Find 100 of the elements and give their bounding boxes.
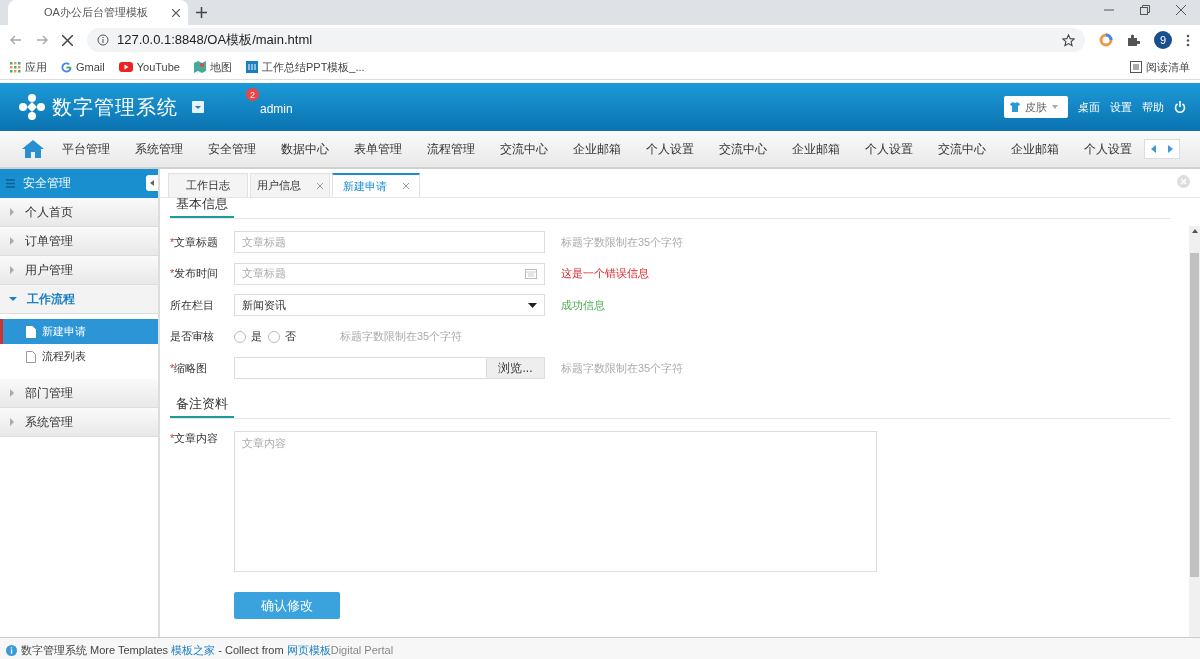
play-logo-icon: [118, 62, 133, 72]
calendar-icon: [525, 268, 537, 279]
logo-icon: [18, 93, 46, 121]
sidebar-group[interactable]: 用户管理: [0, 256, 158, 285]
select-field[interactable]: 新闻资讯: [234, 294, 545, 316]
field-label: 所在栏目: [170, 297, 215, 313]
success-message: 成功信息: [561, 297, 605, 313]
sidebar-group[interactable]: 个人首页: [0, 198, 158, 227]
hint-text: 标题字数限制在35个字符: [561, 360, 684, 376]
browse-button[interactable]: 浏览...: [486, 358, 544, 378]
bookmark-link[interactable]: 工作总结PPT模板_...: [261, 59, 365, 75]
header-link[interactable]: 帮助: [1142, 99, 1164, 115]
dropdown-icon[interactable]: [192, 101, 204, 113]
info-icon: [97, 34, 109, 46]
list-icon: [6, 179, 15, 188]
back-arrow-icon[interactable]: [10, 34, 22, 46]
file-field[interactable]: 浏览...: [234, 357, 545, 379]
nav-item[interactable]: 企业邮箱: [998, 140, 1072, 158]
field-label: *文章内容: [170, 431, 220, 446]
nav-item[interactable]: 平台管理: [50, 140, 123, 158]
section-heading: 基本信息: [170, 198, 234, 218]
nav-item[interactable]: 个人设置: [1071, 140, 1145, 158]
stop-icon[interactable]: [62, 34, 73, 46]
bookmark-link[interactable]: 应用: [25, 59, 47, 75]
section-heading: 备注资料: [170, 393, 234, 418]
bookmark-link[interactable]: Gmail: [76, 61, 105, 73]
map-icon: [193, 61, 206, 73]
nav-item[interactable]: 系统管理: [122, 140, 196, 158]
bookmark-link[interactable]: YouTube: [136, 61, 180, 73]
close-icon[interactable]: [1176, 4, 1186, 15]
nav-item[interactable]: 流程管理: [414, 140, 488, 158]
footer-text: 数字管理系统 More Templates 模板之家 - Collect from 网页模板Digital Pertal: [21, 642, 394, 658]
caret-left-icon: [150, 180, 154, 186]
profile-avatar[interactable]: 9: [1154, 31, 1172, 49]
nav-item[interactable]: 交流中心: [706, 140, 780, 158]
nav-item[interactable]: 个人设置: [633, 140, 707, 158]
caret-right-icon: [9, 266, 15, 274]
caret-right-icon: [9, 389, 15, 397]
new-tab-icon[interactable]: [196, 7, 207, 18]
restore-icon[interactable]: [1140, 4, 1150, 15]
sidebar-group[interactable]: 部门管理: [0, 379, 158, 408]
close-icon[interactable]: [172, 8, 180, 17]
nav-item[interactable]: 个人设置: [852, 140, 926, 158]
sidebar-group[interactable]: 订单管理: [0, 227, 158, 256]
field-label: *发布时间: [170, 266, 220, 281]
caret-right-icon: [9, 208, 15, 216]
reading-list-link[interactable]: 阅读清单: [1146, 59, 1190, 75]
sidebar-group[interactable]: 工作流程: [0, 285, 158, 314]
sidebar-group[interactable]: 系统管理: [0, 408, 158, 437]
scrollbar[interactable]: [1189, 226, 1200, 637]
nav-item[interactable]: 交流中心: [487, 140, 561, 158]
footer-link[interactable]: 模板之家: [171, 643, 216, 656]
puzzle-icon[interactable]: [1127, 33, 1140, 47]
field-label: 是否审核: [170, 329, 215, 344]
info-icon: [6, 644, 17, 656]
ring-icon[interactable]: [1099, 33, 1113, 47]
nav-item[interactable]: 交流中心: [925, 140, 999, 158]
site-icon: [245, 61, 258, 73]
caret-right-icon: [9, 418, 15, 426]
notification-badge: 2: [246, 88, 259, 101]
page-tab[interactable]: 新建申请: [332, 173, 420, 197]
star-icon[interactable]: [1062, 33, 1075, 47]
radio-option[interactable]: 否: [268, 329, 296, 344]
username[interactable]: admin: [260, 102, 293, 116]
sidebar-item[interactable]: 流程列表: [0, 344, 158, 369]
caret-right-icon[interactable]: [1168, 145, 1173, 153]
home-icon[interactable]: [22, 140, 44, 158]
nav-scroll-buttons[interactable]: [1144, 139, 1180, 159]
nav-item[interactable]: 企业邮箱: [560, 140, 634, 158]
forward-arrow-icon[interactable]: [36, 34, 48, 46]
skin-button[interactable]: 皮肤: [1004, 96, 1068, 118]
header-link[interactable]: 设置: [1110, 99, 1132, 115]
document-icon: [26, 350, 36, 363]
logo-text: 数字管理系统: [52, 94, 178, 120]
nav-item[interactable]: 表单管理: [341, 140, 415, 158]
menu-icon[interactable]: [1186, 33, 1190, 47]
dropdown-arrow-icon: [528, 302, 537, 308]
caret-left-icon[interactable]: [1151, 145, 1157, 153]
apps-grid-icon: [10, 61, 21, 73]
radio-option[interactable]: 是: [234, 329, 262, 344]
page-tab[interactable]: 工作日志: [168, 173, 248, 197]
collapse-button[interactable]: [146, 175, 158, 191]
scroll-up-icon[interactable]: [1191, 229, 1198, 233]
bookmark-link[interactable]: 地图: [209, 59, 232, 75]
footer-link[interactable]: 网页模板: [286, 643, 331, 656]
nav-item[interactable]: 数据中心: [268, 140, 342, 158]
hint-text: 标题字数限制在35个字符: [340, 329, 463, 344]
hint-text: 标题字数限制在35个字符: [561, 234, 684, 250]
field-label: *缩略图: [170, 360, 209, 376]
nav-item[interactable]: 企业邮箱: [779, 140, 853, 158]
page-tab[interactable]: 用户信息: [250, 173, 330, 197]
header-link[interactable]: 桌面: [1078, 99, 1100, 115]
caret-down-icon: [9, 296, 17, 302]
sidebar-title: 安全管理: [23, 175, 71, 192]
caret-icon: [1052, 105, 1058, 109]
nav-item[interactable]: 安全管理: [195, 140, 269, 158]
shirt-icon: [1010, 102, 1020, 112]
error-message: 这是一个错误信息: [561, 266, 649, 281]
address-bar[interactable]: 127.0.0.1:8848/OA模板/main.html: [87, 28, 1085, 52]
power-icon[interactable]: [1174, 101, 1186, 113]
